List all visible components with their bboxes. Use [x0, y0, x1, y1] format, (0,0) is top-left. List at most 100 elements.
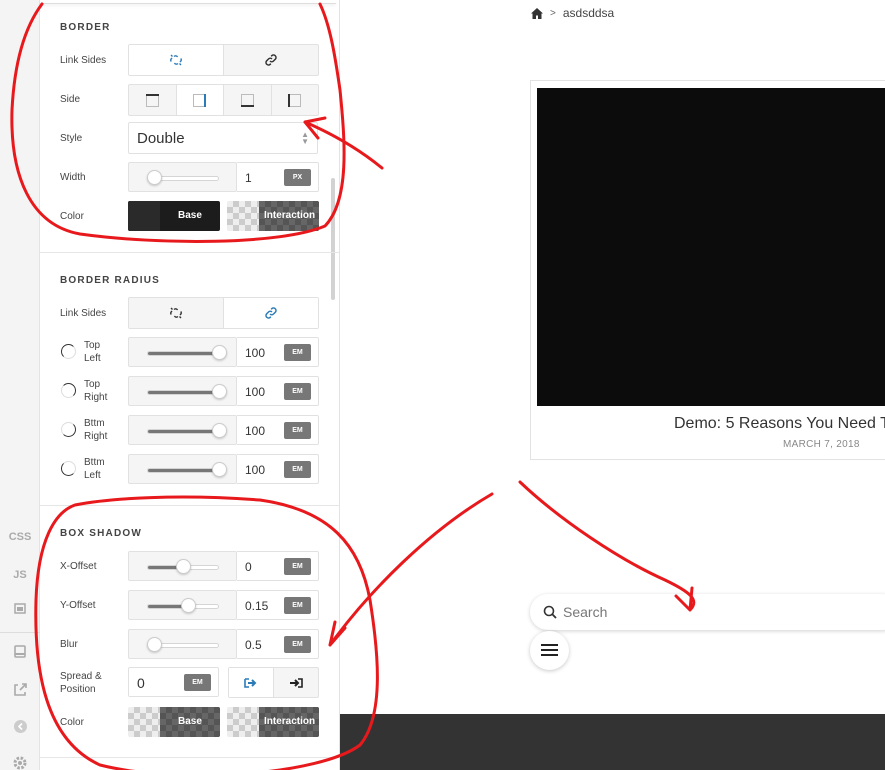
shadow-blur-value: 0.5 [245, 638, 262, 652]
radius-top-left-input[interactable]: 100 EM [237, 337, 319, 367]
breadcrumb-separator: > [550, 7, 556, 19]
left-toolbar: CSS JS [0, 0, 40, 770]
radius-link-sides-label: Link Sides [60, 308, 107, 319]
corner-bottom-left-label: Bttm Left [84, 457, 105, 481]
shadow-x-offset-label: X-Offset [60, 561, 97, 572]
page-footer [340, 714, 885, 770]
shadow-inset-button[interactable] [274, 668, 318, 697]
shadow-spread-value: 0 [137, 675, 145, 691]
radius-bottom-right-slider[interactable] [128, 415, 237, 445]
shadow-color-base-button[interactable]: Base [128, 707, 220, 737]
color-swatch [227, 201, 259, 231]
shadow-y-offset-label: Y-Offset [60, 600, 96, 611]
device-icon[interactable] [0, 645, 40, 662]
shadow-color-interaction-button[interactable]: Interaction [227, 707, 319, 737]
shadow-outset-button[interactable] [229, 668, 274, 697]
side-right-button[interactable] [176, 85, 224, 115]
settings-gear-icon[interactable] [0, 755, 40, 770]
border-width-value: 1 [245, 171, 252, 185]
external-link-icon[interactable] [0, 682, 40, 701]
slider-thumb[interactable] [175, 559, 191, 574]
border-link-sides-toggle [128, 44, 319, 76]
border-link-sides-label: Link Sides [60, 55, 107, 66]
layers-icon[interactable] [0, 602, 40, 619]
shadow-y-unit-button[interactable]: EM [284, 597, 311, 614]
border-style-value: Double [137, 130, 185, 147]
breadcrumb-current[interactable]: asdsddsa [563, 6, 614, 20]
shadow-y-offset-value: 0.15 [245, 599, 269, 613]
shadow-x-offset-value: 0 [245, 560, 252, 574]
side-left-button[interactable] [272, 85, 319, 115]
shadow-spread-unit-button[interactable]: EM [184, 674, 211, 691]
shadow-x-offset-slider[interactable] [128, 551, 237, 581]
search-bar[interactable]: Search [530, 594, 885, 630]
video-thumbnail[interactable] [537, 88, 885, 406]
slider-thumb[interactable] [211, 384, 227, 399]
border-style-select[interactable]: Double ▲ ▼ [128, 122, 318, 154]
menu-icon-bar [541, 644, 558, 646]
shadow-y-offset-slider[interactable] [128, 590, 237, 620]
radius-top-right-unit-button[interactable]: EM [284, 383, 311, 400]
panel-scrollbar[interactable] [331, 178, 335, 300]
radius-top-right-input[interactable]: 100 EM [237, 376, 319, 406]
radius-bottom-right-input[interactable]: 100 EM [237, 415, 319, 445]
border-width-slider[interactable] [128, 162, 237, 192]
search-input[interactable]: Search [563, 604, 607, 620]
slider-thumb[interactable] [211, 423, 227, 438]
link-icon [265, 307, 277, 319]
annotation-arrow-shadow [328, 492, 494, 647]
radius-top-left-slider[interactable] [128, 337, 237, 367]
shadow-x-offset-input[interactable]: 0 EM [237, 551, 319, 581]
shadow-x-unit-button[interactable]: EM [284, 558, 311, 575]
slider-thumb[interactable] [146, 170, 162, 185]
link-sides-button[interactable] [224, 45, 318, 75]
slider-fill [148, 469, 220, 472]
radius-bottom-left-input[interactable]: 100 EM [237, 454, 319, 484]
slider-thumb[interactable] [181, 598, 197, 613]
menu-icon-bar [541, 654, 558, 656]
post-title[interactable]: Demo: 5 Reasons You Need Th [674, 415, 885, 433]
unlink-sides-button[interactable] [129, 45, 224, 75]
shadow-blur-unit-button[interactable]: EM [284, 636, 311, 653]
js-tab[interactable]: JS [0, 569, 40, 581]
slider-thumb[interactable] [211, 345, 227, 360]
unlink-icon [170, 307, 182, 319]
history-icon[interactable] [0, 719, 40, 737]
shadow-spread-input[interactable]: 0 EM [128, 667, 219, 697]
corner-bottom-left-icon [61, 461, 76, 476]
sign-in-icon [290, 677, 303, 688]
border-color-interaction-button[interactable]: Interaction [227, 201, 319, 231]
home-icon[interactable] [531, 7, 543, 19]
slider-thumb[interactable] [146, 637, 162, 652]
border-color-base-label: Base [178, 210, 202, 221]
shadow-blur-slider[interactable] [128, 629, 237, 659]
radius-unlink-button[interactable] [129, 298, 224, 328]
slider-thumb[interactable] [211, 462, 227, 477]
border-width-input[interactable]: 1 PX [237, 162, 319, 192]
border-top-icon [145, 93, 159, 107]
border-color-base-button[interactable]: Base [128, 201, 220, 231]
shadow-blur-input[interactable]: 0.5 EM [237, 629, 319, 659]
hamburger-menu-button[interactable] [530, 631, 569, 670]
shadow-color-base-label: Base [178, 716, 202, 727]
shadow-spread-label: Spread & Position [60, 671, 102, 695]
menu-icon-bar [541, 649, 558, 651]
side-top-button[interactable] [129, 85, 177, 115]
radius-top-left-unit-button[interactable]: EM [284, 344, 311, 361]
panel-top-edge [40, 0, 336, 4]
shadow-y-offset-input[interactable]: 0.15 EM [237, 590, 319, 620]
radius-bottom-left-unit-button[interactable]: EM [284, 461, 311, 478]
sign-out-icon [244, 677, 257, 688]
radius-link-button[interactable] [224, 298, 318, 328]
radius-top-right-slider[interactable] [128, 376, 237, 406]
border-width-unit-button[interactable]: PX [284, 169, 311, 186]
radius-bottom-left-slider[interactable] [128, 454, 237, 484]
radius-bottom-right-unit-button[interactable]: EM [284, 422, 311, 439]
corner-top-left-icon [61, 344, 76, 359]
search-icon [543, 605, 557, 619]
side-bottom-button[interactable] [224, 85, 272, 115]
css-tab[interactable]: CSS [0, 531, 40, 543]
border-bottom-icon [240, 93, 254, 107]
shadow-blur-label: Blur [60, 639, 78, 650]
post-card[interactable]: Demo: 5 Reasons You Need Th MARCH 7, 201… [530, 80, 885, 460]
